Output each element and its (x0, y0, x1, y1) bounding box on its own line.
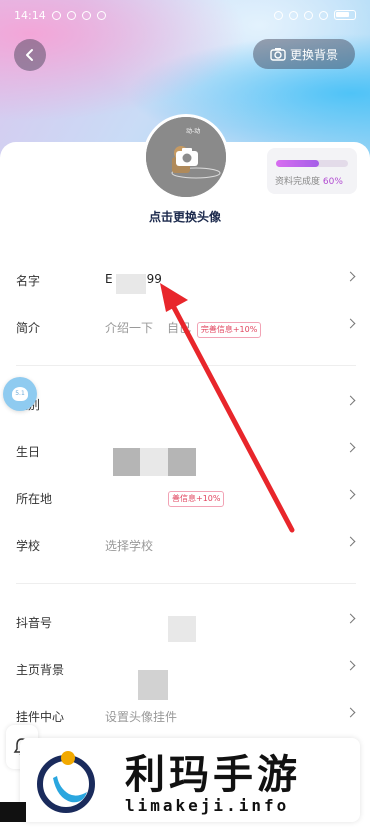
chevron-right-icon (345, 707, 356, 718)
mute-icon (274, 10, 283, 20)
chevron-right-icon (345, 660, 356, 671)
notification-icon (51, 10, 61, 20)
row-birthday-label: 生日 (16, 445, 41, 459)
blurred-area (168, 448, 196, 476)
change-background-label: 更换背景 (289, 47, 338, 62)
row-pendant-center[interactable]: 挂件中心 设置头像挂件 (0, 696, 370, 736)
status-time: 14:14 (14, 8, 46, 22)
complete-info-badge: 完善信息+10% (196, 322, 262, 338)
watermark-banner: 利玛手游 limakeji.info (20, 738, 360, 822)
wifi-icon (319, 10, 328, 20)
watermark-logo (37, 751, 95, 813)
chevron-left-icon (26, 49, 33, 61)
profile-completion-percent: 60% (322, 177, 343, 187)
row-location-value: 善信息+10% (166, 490, 225, 507)
profile-completion-text: 资料完成度 60% (275, 174, 343, 187)
blurred-area (113, 448, 140, 476)
name-value-start: E (105, 272, 113, 286)
profile-completion-fill (276, 160, 320, 167)
chevron-right-icon (345, 613, 356, 624)
complete-info-badge: 善信息+10% (168, 491, 225, 507)
floating-bubble-text: 5.1 (12, 387, 28, 401)
camera-icon (176, 148, 198, 166)
row-name[interactable]: 名字 E 99 (0, 260, 370, 300)
row-douyin-id-label: 抖音号 (16, 616, 53, 630)
floating-assistant-bubble[interactable]: 5.1 (3, 377, 37, 411)
row-pendant-center-label: 挂件中心 (16, 710, 65, 724)
profile-completion-bar (276, 160, 348, 167)
row-gender[interactable]: 性别 (0, 384, 370, 424)
back-button[interactable] (14, 39, 46, 71)
blurred-area (116, 274, 146, 294)
camera-icon (270, 48, 286, 61)
row-home-background-label: 主页背景 (16, 663, 65, 677)
avatar-art-text: 动-动 (186, 128, 200, 135)
blurred-area (168, 616, 196, 642)
notification-icon (66, 10, 76, 20)
watermark-url: limakeji.info (125, 796, 290, 815)
row-name-label: 名字 (16, 274, 41, 288)
bottom-edge (0, 802, 26, 822)
row-location[interactable]: 所在地 善信息+10% (0, 478, 370, 518)
profile-completion-label: 资料完成度 (275, 177, 321, 187)
notification-icon (96, 10, 106, 20)
row-bio[interactable]: 简介 介绍一下 自己 完善信息+10% (0, 307, 370, 347)
watermark-title: 利玛手游 (125, 752, 301, 798)
avatar[interactable]: 动-动 (143, 114, 229, 200)
name-value-end: 99 (146, 272, 162, 286)
change-avatar-caption[interactable]: 点击更换头像 (0, 208, 370, 225)
row-home-background[interactable]: 主页背景 (0, 649, 370, 689)
battery-icon (334, 10, 356, 20)
alarm-icon (289, 10, 298, 20)
chevron-right-icon (345, 489, 356, 500)
chevron-right-icon (345, 318, 356, 329)
row-pendant-center-value: 设置头像挂件 (105, 710, 178, 724)
row-school-label: 学校 (16, 539, 41, 553)
change-background-button[interactable]: 更换背景 (253, 39, 355, 69)
section-divider (16, 365, 356, 366)
section-divider (16, 583, 356, 584)
signal-icon (304, 10, 313, 20)
chevron-right-icon (345, 271, 356, 282)
row-location-label: 所在地 (16, 492, 53, 506)
chevron-right-icon (345, 395, 356, 406)
chevron-right-icon (345, 536, 356, 547)
bio-value-end: 自己 (167, 321, 192, 335)
row-school-value: 选择学校 (105, 539, 154, 553)
notification-icon (81, 10, 91, 20)
status-bar: 14:14 (0, 0, 370, 30)
row-bio-label: 简介 (16, 321, 41, 335)
row-school[interactable]: 学校 选择学校 (0, 525, 370, 565)
chevron-right-icon (345, 442, 356, 453)
profile-completion-card[interactable]: 资料完成度 60% (267, 148, 357, 194)
blurred-area (140, 448, 168, 476)
bio-value-start: 介绍一下 (105, 321, 154, 335)
row-bio-value: 介绍一下 自己 完善信息+10% (105, 319, 262, 338)
